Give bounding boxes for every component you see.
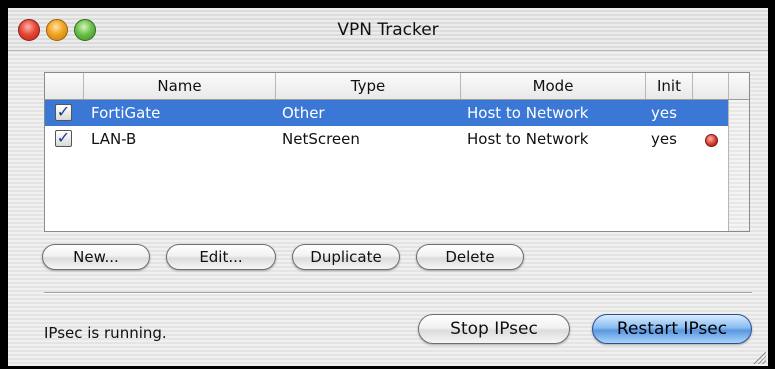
column-header-name[interactable]: Name bbox=[83, 73, 275, 99]
column-header-mode[interactable]: Mode bbox=[460, 73, 645, 99]
ipsec-status-text: IPsec is running. bbox=[44, 324, 167, 342]
row-name: FortiGate bbox=[91, 104, 161, 122]
delete-button[interactable]: Delete bbox=[416, 244, 524, 270]
row-init: yes bbox=[651, 130, 677, 148]
stop-ipsec-button[interactable]: Stop IPsec bbox=[418, 314, 570, 344]
table-body: ✓ FortiGate Other Host to Network yes ✓ … bbox=[45, 100, 729, 230]
duplicate-button[interactable]: Duplicate bbox=[292, 244, 400, 270]
enabled-checkbox[interactable]: ✓ bbox=[55, 130, 72, 147]
row-type: Other bbox=[282, 104, 325, 122]
row-mode: Host to Network bbox=[467, 130, 589, 148]
row-type: NetScreen bbox=[282, 130, 360, 148]
column-header-status[interactable] bbox=[692, 73, 729, 99]
table-row[interactable]: ✓ FortiGate Other Host to Network yes bbox=[45, 100, 729, 126]
new-button[interactable]: New... bbox=[42, 244, 150, 270]
row-name: LAN-B bbox=[91, 130, 137, 148]
window-title: VPN Tracker bbox=[337, 20, 439, 40]
column-header-enabled[interactable] bbox=[45, 73, 83, 99]
resize-grip-icon[interactable] bbox=[752, 350, 766, 364]
restart-ipsec-button[interactable]: Restart IPsec bbox=[592, 314, 752, 344]
red-status-dot-icon bbox=[705, 134, 718, 147]
table-header: Name Type Mode Init bbox=[45, 73, 749, 100]
row-init: yes bbox=[651, 104, 677, 122]
table-row[interactable]: ✓ LAN-B NetScreen Host to Network yes bbox=[45, 126, 729, 152]
edit-button[interactable]: Edit... bbox=[166, 244, 276, 270]
enabled-checkbox[interactable]: ✓ bbox=[55, 104, 72, 121]
connections-table: Name Type Mode Init ✓ FortiGate Other Ho… bbox=[44, 72, 750, 232]
column-header-type[interactable]: Type bbox=[275, 73, 460, 99]
row-mode: Host to Network bbox=[467, 104, 589, 122]
divider bbox=[44, 292, 752, 294]
column-header-init[interactable]: Init bbox=[645, 73, 692, 99]
header-corner bbox=[728, 73, 749, 99]
vpn-tracker-window: VPN Tracker Name Type Mode Init ✓ FortiG… bbox=[8, 8, 768, 366]
table-vertical-scrollbar[interactable] bbox=[728, 100, 749, 231]
title-bar: VPN Tracker bbox=[8, 8, 768, 51]
